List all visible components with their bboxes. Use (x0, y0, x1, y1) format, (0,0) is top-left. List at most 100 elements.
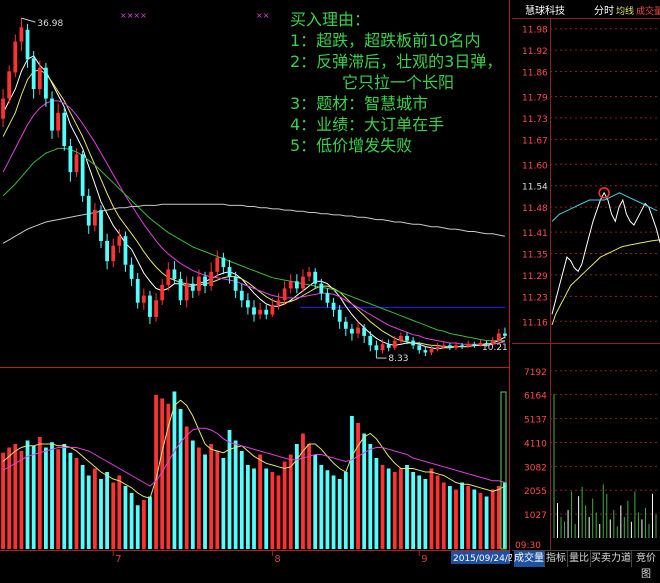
stock-name: 慧球科技 (525, 4, 565, 17)
volume-bar (392, 472, 397, 549)
volume-bar (441, 482, 446, 549)
candle-body (44, 67, 48, 99)
candle-body (301, 276, 305, 289)
top-marker-2: ×× (256, 11, 269, 20)
price-tick-label: 11.98 (522, 26, 548, 36)
candle-body (203, 276, 207, 287)
candle-body (325, 293, 330, 303)
candle-body (221, 257, 226, 268)
volume-bar (258, 454, 263, 549)
candle-body (270, 305, 275, 315)
candle-body (7, 71, 12, 99)
candle-body (172, 269, 177, 279)
candle-body (105, 240, 110, 262)
candle-body (405, 335, 409, 341)
volume-bar (245, 465, 250, 549)
volume-bar (123, 486, 128, 549)
candle-body (215, 257, 220, 272)
candle-body (56, 112, 61, 131)
price-tick-label: 11.60 (522, 161, 548, 171)
volume-bar (227, 430, 232, 549)
candle-body (331, 302, 336, 310)
candle-body (386, 344, 391, 348)
volume-bar (386, 468, 391, 549)
volume-bar (282, 461, 287, 549)
volume-bar (331, 475, 336, 549)
candle-body (447, 345, 452, 348)
intraday-chart[interactable]: 慧球科技 分时 均线 成交量 11.98 11.92 11.86 11.79 11.73 11.6… (512, 0, 660, 567)
candle-body (160, 284, 165, 301)
annotation-line-2: 2：反弹滞后，壮观的3日弹， (290, 52, 503, 71)
candle-body (166, 269, 171, 285)
date-tick-label: 7 (115, 554, 121, 565)
volume-bar (454, 489, 458, 549)
volume-bar (233, 440, 238, 549)
price-tick-label: 11.86 (522, 69, 548, 79)
annotation-line-title: 买入理由： (290, 10, 371, 29)
volume-tick-label: 5137 (524, 416, 547, 426)
candle-body (350, 328, 354, 334)
candle-body (74, 154, 79, 173)
date-tick-label: 9 (421, 554, 427, 565)
volume-bar (447, 486, 452, 549)
volume-bar (325, 470, 330, 549)
candle-body (37, 67, 42, 90)
tab-volume[interactable]: 成交量 (514, 551, 545, 567)
tab-auction-chart[interactable]: 竞价图 (632, 551, 660, 580)
volume-bar (74, 458, 79, 549)
volume-bar (466, 486, 471, 549)
candle-body (129, 264, 134, 279)
candle-body (92, 210, 97, 226)
volume-bar (319, 465, 324, 549)
volume-bar (411, 472, 416, 549)
volume-bar (276, 475, 281, 549)
date-label: 2015/09/24/四 (453, 554, 517, 564)
volume-bar (37, 437, 42, 549)
candle-body (190, 283, 195, 291)
candle-body (343, 321, 348, 329)
volume-tick-label: 1027 (524, 511, 547, 521)
candle-body (184, 283, 189, 301)
candle-body (417, 345, 422, 351)
price-tick-label: 11.79 (522, 94, 548, 104)
candle-body (239, 290, 244, 301)
candle-body (209, 271, 214, 287)
volume-tick-label: 7192 (524, 368, 547, 378)
candle-body (356, 327, 360, 334)
price-tick-label: 11.67 (522, 136, 548, 146)
volume-bar (190, 440, 195, 549)
tab-indicator[interactable]: 指标 (545, 551, 568, 567)
volume-bar (350, 416, 354, 549)
volume-bar (368, 444, 373, 549)
candle-body (398, 335, 403, 341)
candle-body (454, 345, 458, 348)
candle-body (472, 344, 477, 346)
volume-bar (490, 489, 495, 549)
candle-body (460, 345, 464, 347)
annotation-line-1: 1：超跌，超跌板前10名内 (290, 31, 481, 50)
volume-bar (50, 442, 54, 549)
volume-bar (343, 472, 348, 549)
volume-bar (472, 489, 477, 549)
time-label: 09:30 (515, 541, 541, 551)
candle-body (411, 340, 416, 346)
annotation-line-2b: 它只拉一个长阳 (342, 73, 455, 92)
candle-body (368, 335, 373, 346)
tab-volume-ratio[interactable]: 量比 (568, 551, 591, 567)
volume-bar (141, 500, 146, 549)
candle-body (252, 307, 256, 315)
volume-bar (221, 458, 226, 549)
candle-body (288, 281, 293, 289)
candle-body (264, 309, 269, 315)
candle-body (392, 340, 397, 348)
annotation-line-3: 3：题材：智慧城市 (290, 94, 429, 113)
candle-body (435, 346, 440, 349)
candle-body (135, 278, 140, 303)
volume-bar (215, 451, 220, 549)
tab-buy-sell-force[interactable]: 买卖力道 (591, 551, 632, 567)
volume-bar (68, 452, 73, 549)
candle (80, 150, 85, 202)
high-label: 36.98 (37, 19, 63, 29)
volume-bar (135, 505, 140, 549)
volume-bar (80, 465, 85, 549)
